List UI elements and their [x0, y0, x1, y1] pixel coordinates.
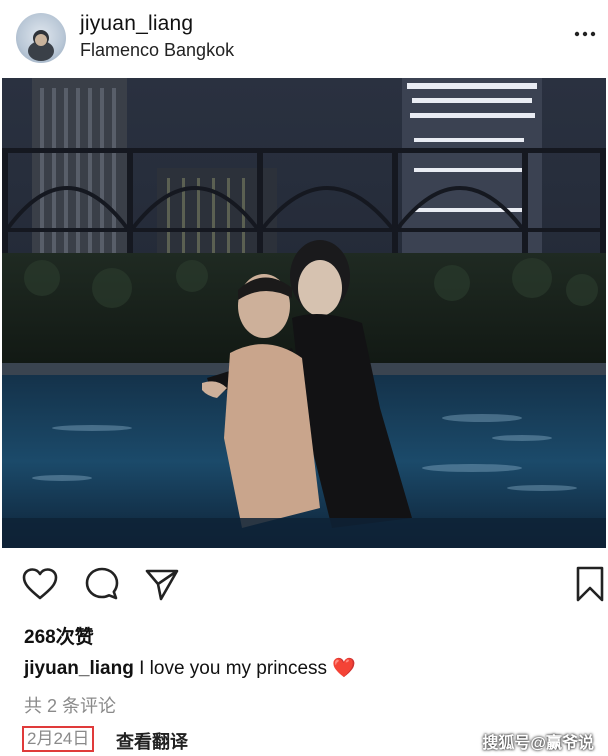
avatar-image: [28, 30, 54, 61]
view-comments-link[interactable]: 共 2 条评论: [24, 692, 116, 718]
see-translation-button[interactable]: 查看翻译: [116, 728, 188, 754]
post-caption: jiyuan_liang I love you my princess ❤️: [24, 656, 356, 680]
post-header: jiyuan_liang Flamenco Bangkok: [0, 0, 608, 76]
post-username[interactable]: jiyuan_liang: [80, 12, 193, 36]
caption-text: I love you my princess: [139, 658, 328, 679]
bookmark-icon[interactable]: [570, 562, 608, 606]
more-dots-icon[interactable]: [570, 24, 600, 44]
post-location[interactable]: Flamenco Bangkok: [80, 40, 234, 61]
photo-image: [2, 78, 606, 548]
source-watermark: 搜狐号@赢爷说: [482, 735, 594, 752]
post-date: 2月24日: [22, 726, 95, 752]
caption-username[interactable]: jiyuan_liang: [24, 658, 134, 679]
comment-icon[interactable]: [82, 562, 122, 606]
like-count[interactable]: 268次赞: [24, 622, 94, 649]
post-photo[interactable]: [2, 78, 606, 548]
share-send-icon[interactable]: [142, 562, 182, 606]
action-bar: [0, 562, 608, 610]
avatar[interactable]: [16, 13, 66, 63]
heart-emoji-icon: ❤️: [332, 658, 357, 679]
heart-icon[interactable]: [20, 562, 60, 606]
